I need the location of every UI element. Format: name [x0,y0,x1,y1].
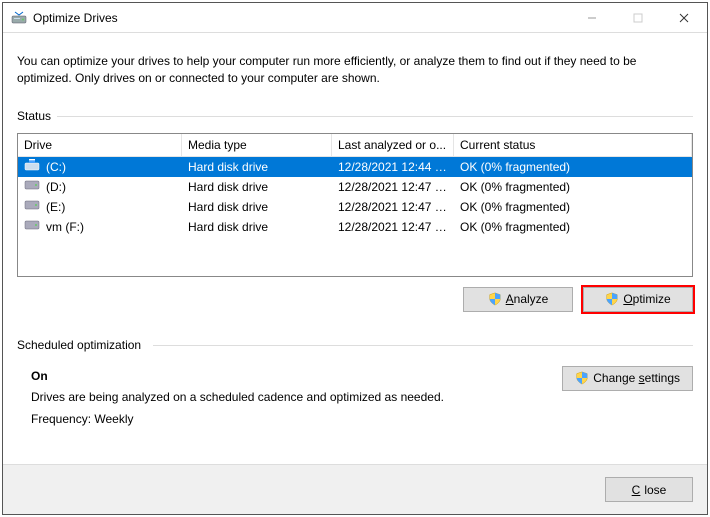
drive-name: (D:) [46,180,66,194]
analyze-button[interactable]: Analyze [463,287,573,312]
intro-text: You can optimize your drives to help you… [17,53,693,87]
app-icon [11,10,27,26]
window-title: Optimize Drives [33,11,569,25]
drive-icon [24,158,40,175]
drive-icon [24,178,40,195]
drive-last: 12/28/2021 12:47 P... [332,220,454,234]
drive-media: Hard disk drive [182,160,332,174]
schedule-desc: Drives are being analyzed on a scheduled… [31,390,444,404]
table-header: Drive Media type Last analyzed or o... C… [18,134,692,157]
close-dialog-button[interactable]: Close [605,477,693,502]
change-settings-button[interactable]: Change settings [562,366,693,391]
drive-icon [24,218,40,235]
optimize-button[interactable]: Optimize [583,287,693,312]
table-row[interactable]: vm (F:) Hard disk drive12/28/2021 12:47 P… [18,217,692,237]
table-row[interactable]: (E:) Hard disk drive12/28/2021 12:47 P...… [18,197,692,217]
uac-shield-icon [488,292,502,306]
table-body: (C:)Hard disk drive12/28/2021 12:44 P...… [18,157,692,237]
drive-media: Hard disk drive [182,220,332,234]
window-controls [569,3,707,32]
drive-name: vm (F:) [46,220,84,234]
header-media[interactable]: Media type [182,134,332,156]
scheduled-text: On Drives are being analyzed on a schedu… [31,366,562,431]
drive-last: 12/28/2021 12:47 P... [332,180,454,194]
drive-name: (E:) [46,200,65,214]
close-button[interactable] [661,3,707,32]
status-label: Status [17,109,693,123]
uac-shield-icon [575,371,589,385]
action-buttons: Analyze Optimize [17,287,693,312]
window-body: You can optimize your drives to help you… [3,33,707,444]
drive-status: OK (0% fragmented) [454,180,692,194]
maximize-button[interactable] [615,3,661,32]
scheduled-body: On Drives are being analyzed on a schedu… [17,362,693,431]
drive-last: 12/28/2021 12:44 P... [332,160,454,174]
schedule-state: On [31,369,48,383]
drive-status: OK (0% fragmented) [454,200,692,214]
header-last[interactable]: Last analyzed or o... [332,134,454,156]
drive-icon [24,198,40,215]
minimize-button[interactable] [569,3,615,32]
drives-table: Drive Media type Last analyzed or o... C… [17,133,693,277]
header-drive[interactable]: Drive [18,134,182,156]
titlebar: Optimize Drives [3,3,707,33]
schedule-freq: Frequency: Weekly [31,412,134,426]
drive-status: OK (0% fragmented) [454,220,692,234]
optimize-label: ptimize [633,292,671,306]
drive-last: 12/28/2021 12:47 P... [332,200,454,214]
optimize-drives-window: Optimize Drives You can optimize your dr… [2,2,708,515]
drive-media: Hard disk drive [182,200,332,214]
footer: Close [3,464,707,514]
drive-media: Hard disk drive [182,180,332,194]
analyze-label: nalyze [514,292,549,306]
table-row[interactable]: (C:) Hard disk drive12/28/2021 12:44 P...… [18,157,692,177]
table-row[interactable]: (D:) Hard disk drive12/28/2021 12:47 P...… [18,177,692,197]
drive-name: (C:) [46,160,66,174]
drive-status: OK (0% fragmented) [454,160,692,174]
uac-shield-icon [605,292,619,306]
scheduled-label: Scheduled optimization [17,338,693,352]
header-status[interactable]: Current status [454,134,692,156]
